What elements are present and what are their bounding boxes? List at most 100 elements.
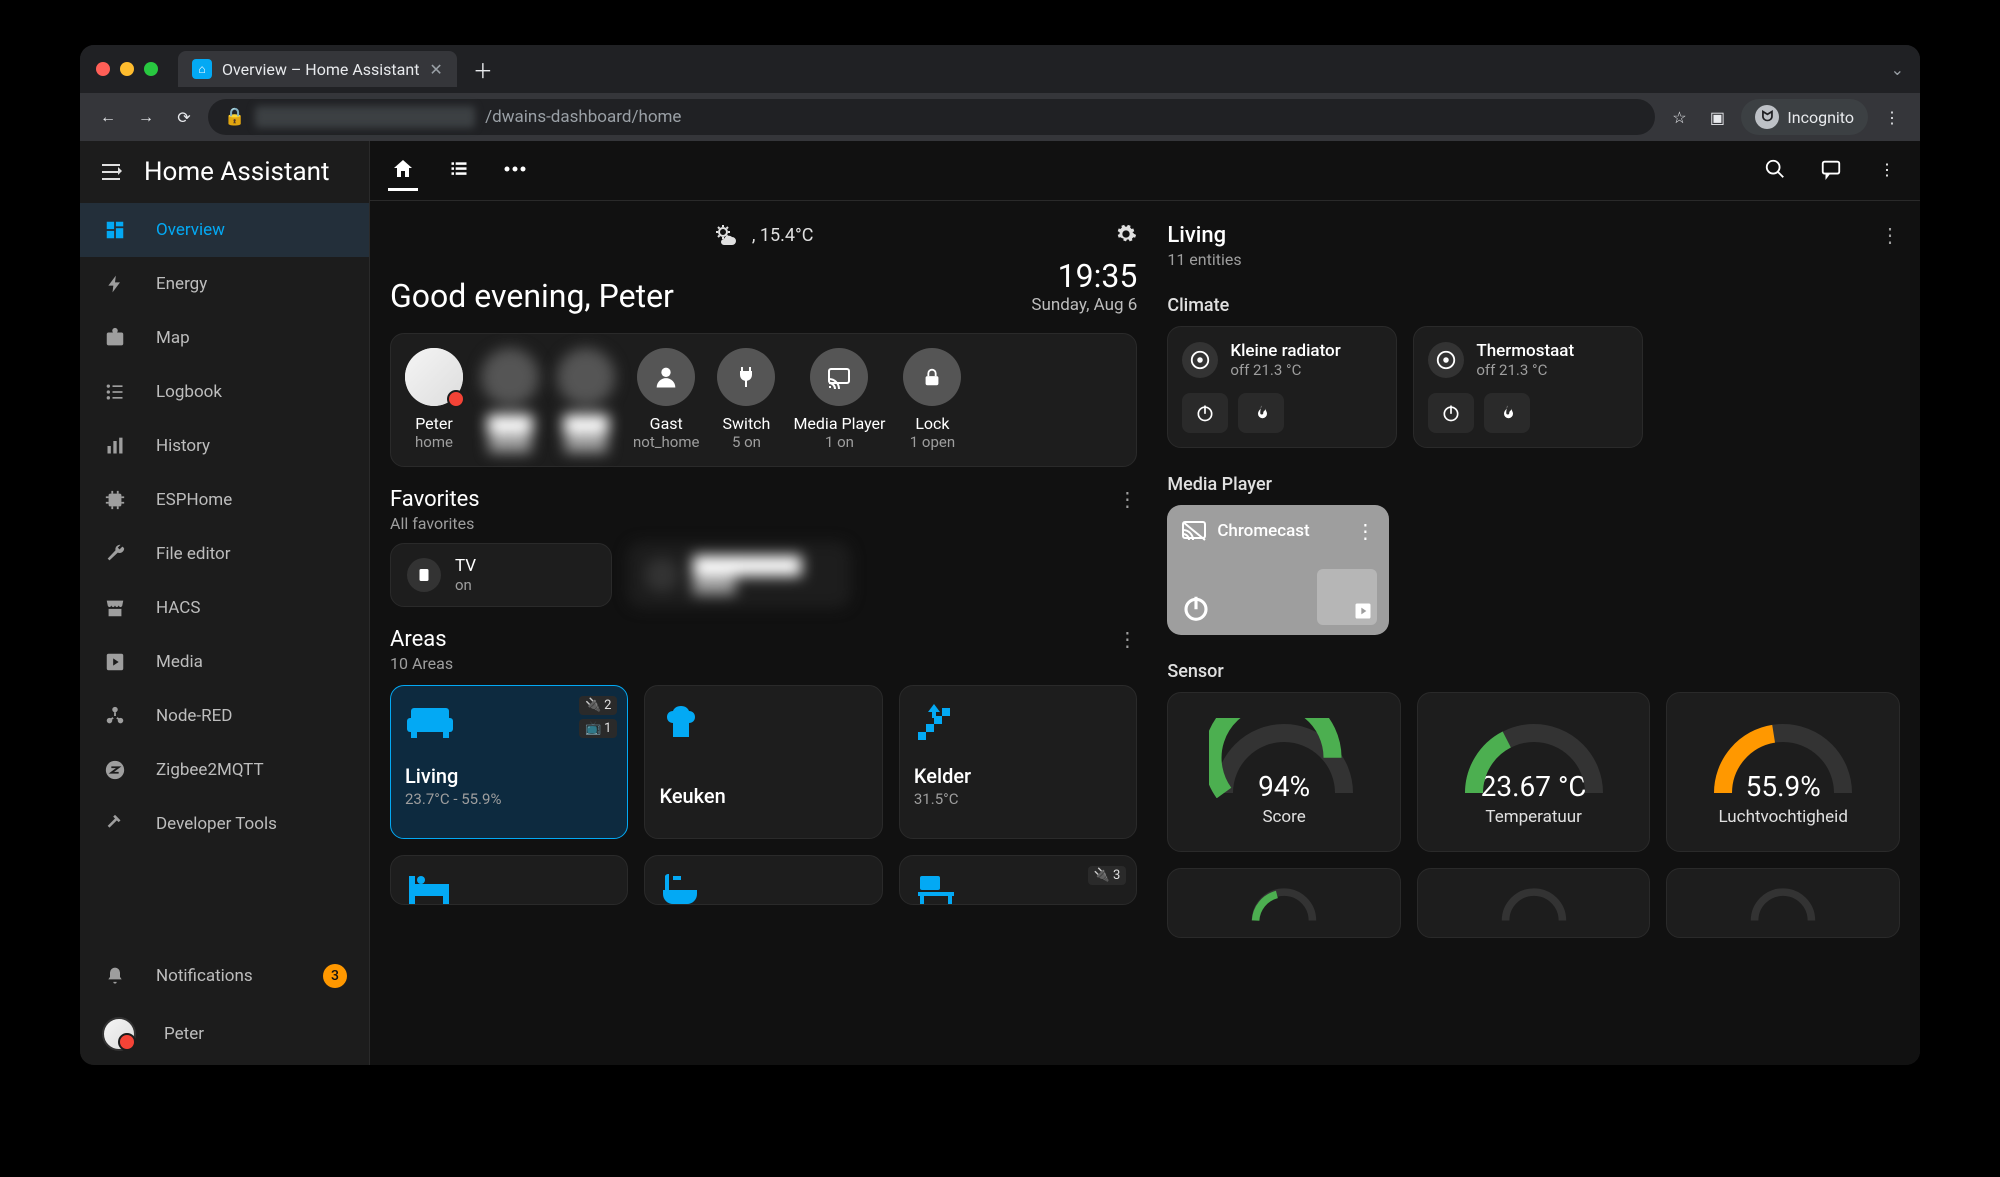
media-heading: Media Player bbox=[1167, 474, 1900, 495]
browser-tab[interactable]: ⌂ Overview – Home Assistant ✕ bbox=[178, 51, 457, 87]
sidebar-item-logbook[interactable]: Logbook bbox=[80, 365, 369, 419]
person-state: home bbox=[415, 433, 453, 451]
area-badge: 🔌3 bbox=[1088, 866, 1127, 885]
sensor-card[interactable]: 23.67 °C Temperatuur bbox=[1417, 692, 1651, 852]
media-more-icon[interactable]: ⋮ bbox=[1355, 519, 1375, 543]
browser-menu-icon[interactable]: ⋮ bbox=[1878, 103, 1906, 131]
people-card: Peter home ████████ ████████ bbox=[390, 333, 1137, 467]
reload-button[interactable]: ⟳ bbox=[170, 103, 198, 131]
lock-icon bbox=[903, 348, 961, 406]
greeting-text: Good evening, Peter bbox=[390, 277, 674, 315]
sidebar-item-user[interactable]: Peter bbox=[80, 1003, 369, 1065]
sidebar-item-esphome[interactable]: ESPHome bbox=[80, 473, 369, 527]
sidebar-item-devtools[interactable]: Developer Tools bbox=[80, 797, 369, 851]
favorite-name: TV bbox=[455, 556, 476, 576]
area-card-living[interactable]: 🔌2📺1 Living 23.7°C - 55.9% bbox=[390, 685, 628, 839]
window-minimize-button[interactable] bbox=[120, 62, 134, 76]
search-icon[interactable] bbox=[1760, 151, 1790, 191]
window-maximize-button[interactable] bbox=[144, 62, 158, 76]
media-player-card[interactable]: Chromecast ⋮ bbox=[1167, 505, 1389, 635]
sidebar-item-media[interactable]: Media bbox=[80, 635, 369, 689]
lock-chip[interactable]: Lock 1 open bbox=[903, 348, 961, 452]
area-name: Keuken bbox=[659, 784, 867, 808]
room-more-icon[interactable]: ⋮ bbox=[1880, 223, 1900, 247]
person-chip[interactable]: Peter home bbox=[405, 348, 463, 452]
extensions-icon[interactable]: ▣ bbox=[1703, 103, 1731, 131]
window-close-button[interactable] bbox=[96, 62, 110, 76]
back-button[interactable]: ← bbox=[94, 103, 122, 131]
climate-card[interactable]: Thermostaat off 21.3 °C bbox=[1413, 326, 1643, 448]
climate-heading: Climate bbox=[1167, 295, 1900, 316]
power-button[interactable] bbox=[1182, 393, 1228, 433]
room-title: Living bbox=[1167, 223, 1241, 248]
tabs-overflow-icon[interactable]: ⌄ bbox=[1891, 60, 1904, 79]
address-bar[interactable]: 🔒 /dwains-dashboard/home bbox=[208, 99, 1655, 135]
person-avatar-icon bbox=[405, 348, 463, 406]
climate-name: Kleine radiator bbox=[1230, 341, 1340, 361]
sidebar-label: Energy bbox=[156, 274, 207, 294]
sidebar-label: Logbook bbox=[156, 382, 222, 402]
heat-button[interactable] bbox=[1484, 393, 1530, 433]
sensor-card[interactable] bbox=[1666, 868, 1900, 938]
area-card[interactable] bbox=[644, 855, 882, 905]
area-card[interactable] bbox=[390, 855, 628, 905]
app-title: Home Assistant bbox=[144, 157, 329, 187]
sidebar-item-energy[interactable]: Energy bbox=[80, 257, 369, 311]
power-button[interactable] bbox=[1428, 393, 1474, 433]
media-power-button[interactable] bbox=[1181, 593, 1211, 623]
chip-name: Switch bbox=[723, 414, 771, 433]
area-card-kelder[interactable]: Kelder 31.5°C bbox=[899, 685, 1137, 839]
chat-icon[interactable] bbox=[1816, 151, 1846, 191]
area-card[interactable]: 🔌3 bbox=[899, 855, 1137, 905]
favorites-subtitle: All favorites bbox=[390, 514, 480, 533]
sidebar-item-notifications[interactable]: Notifications 3 bbox=[80, 949, 369, 1003]
hamburger-icon[interactable] bbox=[100, 159, 126, 185]
media-chip[interactable]: Media Player 1 on bbox=[793, 348, 885, 452]
sensor-card[interactable] bbox=[1167, 868, 1401, 938]
area-badge: 🔌2 bbox=[579, 696, 618, 715]
gear-icon[interactable] bbox=[1115, 223, 1137, 245]
favorite-card-tv[interactable]: TV on bbox=[390, 543, 612, 607]
bookmark-icon[interactable]: ☆ bbox=[1665, 103, 1693, 131]
tab-home[interactable] bbox=[388, 151, 418, 191]
area-card-keuken[interactable]: Keuken bbox=[644, 685, 882, 839]
sensor-card[interactable]: 94% Score bbox=[1167, 692, 1401, 852]
forward-button[interactable]: → bbox=[132, 103, 160, 131]
climate-card[interactable]: Kleine radiator off 21.3 °C bbox=[1167, 326, 1397, 448]
tab-more-icon[interactable] bbox=[500, 151, 530, 191]
sensor-card[interactable] bbox=[1417, 868, 1651, 938]
person-chip[interactable]: ████████ bbox=[557, 348, 615, 452]
incognito-label: Incognito bbox=[1787, 108, 1854, 127]
close-tab-icon[interactable]: ✕ bbox=[429, 60, 442, 79]
sensor-card[interactable]: 55.9% Luchtvochtigheid bbox=[1666, 692, 1900, 852]
sidebar-item-zigbee2mqtt[interactable]: Zigbee2MQTT bbox=[80, 743, 369, 797]
chip-icon bbox=[102, 487, 128, 513]
sidebar-item-overview[interactable]: Overview bbox=[80, 203, 369, 257]
zigbee-icon bbox=[102, 757, 128, 783]
more-icon[interactable]: ⋮ bbox=[1872, 151, 1902, 191]
sidebar-item-map[interactable]: Map bbox=[80, 311, 369, 365]
weather-temp: , 15.4°C bbox=[752, 225, 814, 246]
sensor-label: Score bbox=[1262, 807, 1305, 827]
areas-more-icon[interactable]: ⋮ bbox=[1117, 627, 1137, 651]
user-avatar-icon bbox=[102, 1017, 136, 1051]
sidebar-item-hacs[interactable]: HACS bbox=[80, 581, 369, 635]
person-chip[interactable]: Gast not_home bbox=[633, 348, 699, 452]
switch-chip[interactable]: Switch 5 on bbox=[717, 348, 775, 452]
heat-button[interactable] bbox=[1238, 393, 1284, 433]
sidebar-item-file-editor[interactable]: File editor bbox=[80, 527, 369, 581]
favorites-more-icon[interactable]: ⋮ bbox=[1117, 487, 1137, 511]
notifications-badge: 3 bbox=[323, 964, 347, 988]
sidebar-item-history[interactable]: History bbox=[80, 419, 369, 473]
person-chip[interactable]: ████████ bbox=[481, 348, 539, 452]
area-name: Kelder bbox=[914, 764, 1122, 788]
browser-toolbar: ← → ⟳ 🔒 /dwains-dashboard/home ☆ ▣ ᗢ Inc… bbox=[80, 93, 1920, 141]
new-tab-button[interactable]: ＋ bbox=[473, 55, 493, 84]
favorite-card[interactable]: █████████████ bbox=[628, 543, 850, 607]
area-badge: 📺1 bbox=[579, 719, 618, 738]
incognito-badge[interactable]: ᗢ Incognito bbox=[1741, 99, 1868, 135]
tab-list[interactable] bbox=[444, 151, 474, 191]
chip-state: 1 on bbox=[825, 433, 854, 451]
climate-state: off 21.3 °C bbox=[1476, 361, 1574, 379]
sidebar-item-nodered[interactable]: Node-RED bbox=[80, 689, 369, 743]
